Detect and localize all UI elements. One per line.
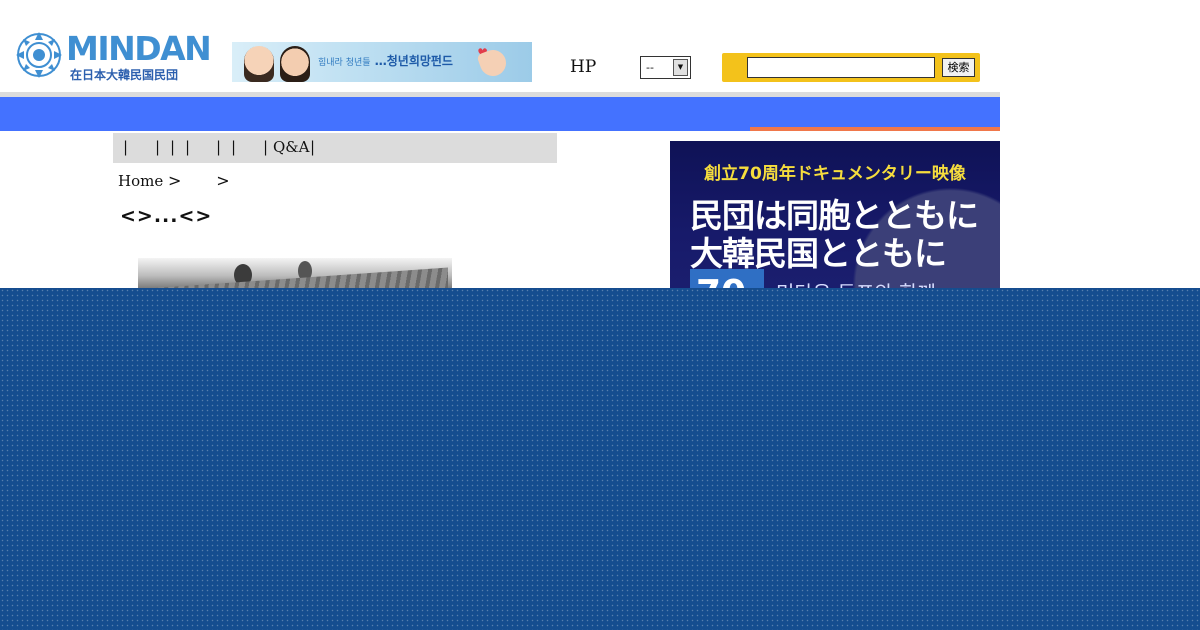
submenu-separator: | bbox=[123, 138, 129, 156]
submenu-separator: | bbox=[185, 138, 191, 156]
youth-fund-banner[interactable]: 힘내라 청년들 …청년희망펀드 ♥ bbox=[232, 42, 532, 82]
promo-line-2: 大韓民国とともに bbox=[690, 234, 947, 273]
banner-person-image bbox=[280, 46, 310, 82]
search-input[interactable] bbox=[747, 57, 935, 78]
logo-subtitle: 在日本大韓民国民団 bbox=[70, 68, 179, 82]
mindan-logo[interactable]: MINDAN 在日本大韓民国民団 bbox=[14, 30, 212, 82]
logo-wordmark: MINDAN bbox=[66, 29, 212, 68]
hp-label: HP bbox=[570, 57, 597, 77]
submenu-qa-link[interactable]: Q&A bbox=[273, 138, 309, 156]
language-select[interactable]: -- ▼ bbox=[640, 56, 691, 79]
anniversary-documentary-banner[interactable]: 創立70周年ドキュメンタリー映像 民団は同胞とともに 大韓民国とともに 70 민… bbox=[670, 141, 1000, 311]
breadcrumb-separator: > bbox=[168, 171, 182, 190]
nav-accent-bar bbox=[750, 127, 1000, 131]
dropdown-arrow-icon[interactable]: ▼ bbox=[673, 59, 688, 76]
banner-text: 힘내라 청년들 …청년희망펀드 bbox=[318, 52, 453, 69]
breadcrumb-separator: > bbox=[216, 171, 230, 190]
submenu-separator: | bbox=[170, 138, 176, 156]
promo-top-text: 創立70周年ドキュメンタリー映像 bbox=[704, 164, 966, 184]
banner-main-text: …청년희망펀드 bbox=[374, 54, 453, 68]
breadcrumb-home-link[interactable]: Home bbox=[118, 172, 163, 190]
language-select-value: -- bbox=[646, 61, 654, 74]
banner-person-image bbox=[244, 46, 274, 82]
submenu-separator: | bbox=[263, 138, 269, 156]
page-overlay bbox=[0, 288, 1200, 630]
article-title: <>...<> bbox=[120, 205, 213, 227]
mindan-emblem-icon bbox=[16, 32, 62, 78]
search-button[interactable]: 検索 bbox=[942, 58, 975, 77]
submenu-separator: | bbox=[310, 138, 316, 156]
main-nav-bar[interactable] bbox=[0, 97, 1000, 131]
search-bar: 検索 bbox=[722, 53, 980, 82]
breadcrumb: Home > > bbox=[118, 171, 230, 190]
submenu-separator: | bbox=[155, 138, 161, 156]
submenu-separator: | bbox=[231, 138, 237, 156]
sub-menu: | | | | | | | Q&A | bbox=[113, 133, 557, 163]
submenu-separator: | bbox=[216, 138, 222, 156]
banner-small-text: 힘내라 청년들 bbox=[318, 58, 371, 68]
